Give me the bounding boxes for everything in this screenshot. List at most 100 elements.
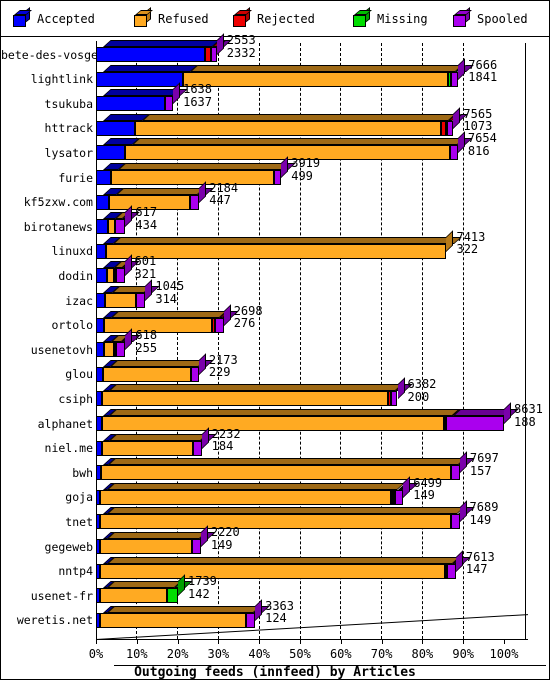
bar-value-total: 1638	[183, 82, 213, 97]
bar-segment-accepted[interactable]	[96, 47, 205, 62]
bar-segment-refused[interactable]	[100, 489, 391, 505]
bar-segment-accepted[interactable]	[96, 317, 105, 333]
bar-segment-accepted[interactable]	[96, 366, 103, 382]
bar-segment-accepted[interactable]	[96, 293, 105, 308]
bar-segment-accepted[interactable]	[96, 96, 166, 112]
bar-bwh[interactable]	[96, 451, 513, 481]
bar-segment-spooled[interactable]	[193, 440, 202, 456]
y-axis-label: ortolo	[51, 318, 93, 333]
bar-segment-accepted[interactable]	[96, 120, 136, 136]
bar-segment-refused[interactable]	[182, 71, 449, 87]
bar-segment-spooled[interactable]	[447, 563, 456, 579]
bar-segment-missing[interactable]	[166, 588, 178, 604]
bar-segment-spooled[interactable]	[445, 416, 504, 431]
bar-top-face	[108, 433, 208, 441]
bar-segment-accepted[interactable]	[96, 243, 106, 259]
bar-niel.me[interactable]	[96, 426, 513, 456]
y-axis-label: gegeweb	[44, 539, 93, 554]
bar-segment-refused[interactable]	[100, 514, 451, 530]
bar-segment-accepted[interactable]	[96, 71, 183, 87]
bar-usenet-fr[interactable]	[96, 574, 513, 604]
bar-bete-des-vosges[interactable]	[96, 33, 513, 62]
bar-segment-accepted[interactable]	[96, 219, 108, 235]
bar-lightlink[interactable]	[96, 57, 513, 87]
bar-segment-refused[interactable]	[100, 539, 193, 554]
bar-segment-spooled[interactable]	[165, 96, 174, 112]
bar-segment-spooled[interactable]	[450, 465, 460, 481]
bar-value-secondary: 124	[265, 611, 287, 626]
bar-segment-spooled[interactable]	[115, 268, 125, 284]
bar-glou[interactable]	[96, 353, 513, 382]
y-axis-label: birotanews	[23, 219, 93, 234]
bar-segment-refused[interactable]	[102, 366, 191, 382]
bar-segment-refused[interactable]	[103, 342, 114, 358]
bar-weretis.net[interactable]	[96, 599, 513, 628]
bar-nntp4[interactable]	[96, 549, 513, 579]
bar-tnet[interactable]	[96, 500, 513, 530]
bar-segment-refused[interactable]	[106, 268, 115, 284]
legend-item-missing[interactable]: Missing	[353, 7, 428, 31]
legend-label: Rejected	[257, 12, 315, 26]
bar-segment-spooled[interactable]	[210, 47, 217, 62]
y-axis-label: tnet	[65, 514, 93, 529]
bar-segment-accepted[interactable]	[96, 145, 126, 161]
bar-segment-accepted[interactable]	[96, 342, 104, 358]
bar-value-secondary: 321	[134, 266, 157, 281]
bar-segment-spooled[interactable]	[214, 317, 224, 333]
bar-segment-accepted[interactable]	[96, 268, 107, 284]
bar-segment-spooled[interactable]	[394, 489, 404, 505]
legend-item-accepted[interactable]: Accepted	[13, 7, 95, 31]
bar-value-secondary: 2332	[226, 45, 256, 60]
bar-ortolo[interactable]	[96, 303, 513, 333]
bar-tsukuba[interactable]	[96, 82, 513, 112]
bar-top-face	[107, 581, 182, 589]
bar-segment-spooled[interactable]	[450, 514, 460, 530]
bar-segment-refused[interactable]	[100, 612, 246, 628]
y-axis-label: kf5zxw.com	[23, 195, 93, 210]
bar-segment-refused[interactable]	[135, 120, 442, 136]
bar-segment-spooled[interactable]	[115, 342, 126, 358]
bar-segment-accepted[interactable]	[96, 170, 112, 185]
bar-segment-refused[interactable]	[105, 243, 447, 259]
bar-linuxd[interactable]	[96, 230, 513, 259]
bar-segment-spooled[interactable]	[115, 219, 126, 235]
bar-value-total: 8631	[514, 402, 543, 416]
bar-csiph[interactable]	[96, 377, 513, 407]
legend-item-spooled[interactable]: Spooled	[453, 7, 528, 31]
bar-value-secondary: 147	[465, 562, 488, 577]
bar-segment-refused[interactable]	[102, 391, 388, 407]
bar-segment-spooled[interactable]	[450, 145, 458, 161]
bar-top-face	[107, 556, 461, 564]
bar-segment-refused[interactable]	[104, 293, 137, 308]
bar-segment-refused[interactable]	[100, 563, 446, 579]
bar-segment-accepted[interactable]	[96, 194, 110, 210]
y-axis-label: furie	[58, 170, 93, 185]
bar-segment-spooled[interactable]	[192, 539, 201, 554]
y-axis-label: tsukuba	[44, 96, 93, 111]
bar-kf5zxw.com[interactable]	[96, 180, 513, 210]
bar-segment-refused[interactable]	[107, 219, 116, 235]
bar-segment-refused[interactable]	[100, 588, 167, 604]
bar-segment-spooled[interactable]	[190, 194, 200, 210]
bar-alphanet[interactable]	[96, 402, 519, 431]
bar-segment-refused[interactable]	[100, 465, 451, 481]
bar-gegeweb[interactable]	[96, 525, 513, 554]
cube-icon	[134, 7, 153, 27]
bar-segment-refused[interactable]	[111, 170, 274, 185]
bar-usenetovh[interactable]	[96, 328, 513, 358]
bar-segment-spooled[interactable]	[136, 293, 146, 308]
bar-segment-spooled[interactable]	[190, 366, 199, 382]
legend-item-refused[interactable]: Refused	[134, 7, 209, 31]
bar-httrack[interactable]	[96, 107, 513, 136]
bar-value-total: 2220	[210, 525, 240, 539]
bar-goja[interactable]	[96, 476, 513, 505]
bar-segment-refused[interactable]	[101, 440, 194, 456]
bar-segment-refused[interactable]	[104, 317, 212, 333]
bar-segment-spooled[interactable]	[245, 612, 256, 628]
bar-top-face	[108, 409, 460, 416]
bar-top-face	[118, 163, 289, 170]
bar-segment-refused[interactable]	[101, 416, 445, 431]
x-axis-tick	[218, 639, 220, 644]
bar-segment-spooled[interactable]	[390, 391, 398, 407]
legend-item-rejected[interactable]: Rejected	[233, 7, 315, 31]
